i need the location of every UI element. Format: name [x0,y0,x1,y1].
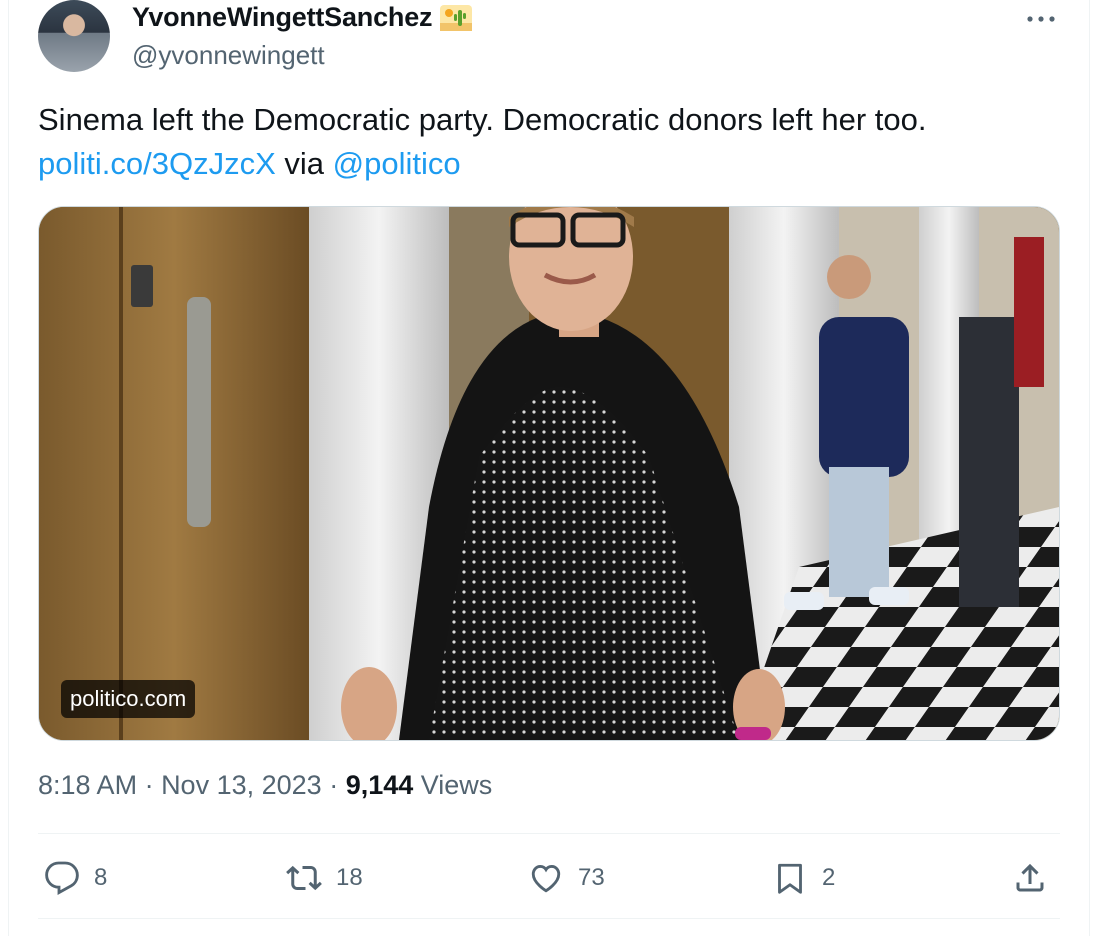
retweet-icon [286,865,322,891]
link-card-image[interactable]: politico.com [38,206,1060,741]
heart-icon [531,865,561,893]
more-options-icon[interactable] [1026,10,1056,24]
author-name[interactable]: YvonneWingettSanchez [132,2,433,33]
like-button[interactable]: 73 [528,852,605,904]
views-label: Views [413,770,493,800]
reply-icon [45,861,79,895]
tweet-text: Sinema left the Democratic party. Democr… [38,98,1058,186]
views-count: 9,144 [345,770,414,800]
share-button[interactable] [1012,852,1048,904]
politico-mention[interactable]: @politico [333,146,461,181]
divider [38,918,1060,919]
author-handle[interactable]: @yvonnewingett [132,40,325,71]
desert-cactus-emoji-icon [440,4,473,31]
article-photo [39,207,1059,740]
tweet-body: Sinema left the Democratic party. Democr… [38,102,927,137]
media-domain-label: politico.com [61,680,196,718]
like-count: 73 [578,864,605,891]
action-bar: 8 18 73 2 [38,852,1060,904]
retweet-button[interactable]: 18 [286,852,363,904]
bookmark-count: 2 [822,864,836,891]
meta-separator: · [137,770,162,800]
bookmark-icon [778,863,802,894]
share-icon [1016,863,1044,892]
reply-button[interactable]: 8 [44,852,107,904]
bookmark-button[interactable]: 2 [772,852,835,904]
tweet-time[interactable]: 8:18 AM [38,770,137,800]
retweet-count: 18 [336,864,363,891]
divider [38,833,1060,834]
article-link[interactable]: politi.co/3QzJzcX [38,146,276,181]
author-avatar[interactable] [38,0,110,72]
via-text: via [275,146,333,181]
reply-count: 8 [94,864,108,891]
author-name-row[interactable]: YvonneWingettSanchez [132,2,473,33]
tweet-metadata: 8:18 AM · Nov 13, 2023 · 9,144 Views [38,770,492,801]
tweet-date[interactable]: Nov 13, 2023 [161,770,322,800]
meta-separator-2: · [321,770,346,800]
